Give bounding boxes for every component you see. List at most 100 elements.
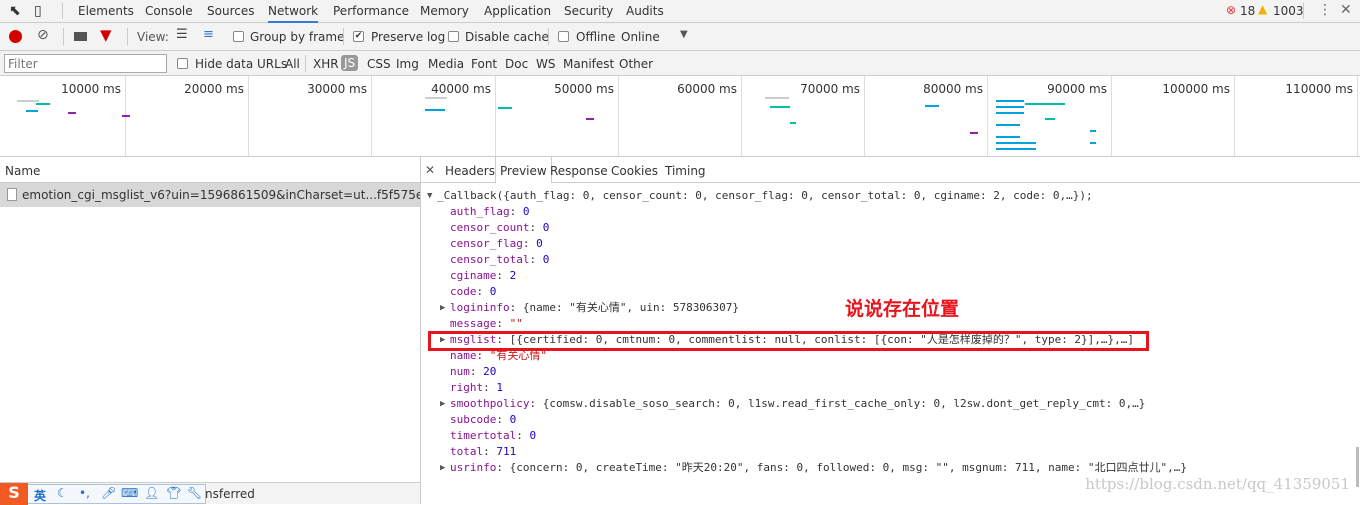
tab-console[interactable]: Console [145, 4, 193, 18]
view-label: View: [137, 30, 169, 44]
name-column-header[interactable]: Name [5, 164, 40, 178]
timeline-tick-label: 100000 ms [1162, 82, 1230, 96]
filter-input[interactable] [4, 54, 167, 73]
more-menu-icon[interactable]: ⋮ [1318, 2, 1332, 18]
annotation-label: 说说存在位置 [845, 298, 960, 320]
error-count[interactable]: 18 [1240, 4, 1255, 18]
property-key: code [450, 285, 477, 298]
wrench-icon[interactable]: 🔧︎ [187, 486, 202, 500]
filter-type-doc[interactable]: Doc [505, 57, 528, 71]
filter-type-media[interactable]: Media [428, 57, 464, 71]
capture-screenshots-icon[interactable] [74, 32, 87, 41]
filter-type-xhr[interactable]: XHR [313, 57, 339, 71]
filter-type-js[interactable]: JS [341, 55, 359, 71]
keyboard-icon[interactable]: ⌨ [121, 486, 138, 500]
timeline-request-bar [586, 118, 594, 120]
punctuation-icon[interactable]: •, [79, 486, 90, 500]
collapsed-triangle-icon[interactable]: ▶ [440, 396, 445, 412]
waterfall-view-icon[interactable]: ≡ [203, 27, 214, 42]
property-key: timertotal [450, 429, 517, 442]
detail-tab-cookies[interactable]: Cookies [611, 164, 658, 178]
microphone-icon[interactable]: 🎤︎ [101, 486, 116, 500]
property-value: 0 [489, 285, 497, 298]
property-key: right [450, 381, 484, 394]
timeline-request-bar [17, 100, 39, 102]
property-key: subcode [450, 413, 497, 426]
sogou-logo-icon: S [0, 483, 28, 505]
request-row[interactable]: emotion_cgi_msglist_v6?uin=1596861509&in… [0, 183, 420, 207]
timeline-request-bar [26, 110, 38, 112]
ime-language-button[interactable]: 英 [34, 487, 46, 504]
skin-icon[interactable]: 👕︎ [166, 486, 181, 500]
property-key: censor_count [450, 221, 530, 234]
timeline-request-bar [970, 132, 978, 134]
filter-type-ws[interactable]: WS [536, 57, 555, 71]
timeline-request-bar [36, 103, 50, 105]
expand-triangle-icon[interactable]: ▼ [427, 188, 432, 204]
property-value: 0 [536, 237, 543, 250]
network-overview-timeline[interactable]: 10000 ms 20000 ms 30000 ms 40000 ms 50000 ms… [0, 76, 1360, 157]
filter-type-img[interactable]: Img [396, 57, 419, 71]
timeline-tick-label: 30000 ms [307, 82, 367, 96]
timeline-tick-label: 60000 ms [677, 82, 737, 96]
collapsed-triangle-icon[interactable]: ▶ [440, 300, 445, 316]
hide-data-urls-checkbox[interactable] [177, 58, 188, 69]
divider [62, 3, 63, 19]
clear-icon[interactable]: ⊘ [37, 27, 49, 43]
tab-network[interactable]: Network [268, 4, 319, 23]
detail-tab-timing[interactable]: Timing [665, 164, 706, 178]
device-toolbar-icon[interactable]: ▯ [34, 3, 42, 19]
filter-type-css[interactable]: CSS [367, 57, 391, 71]
detail-tab-headers[interactable]: Headers [445, 164, 495, 178]
group-by-frame-checkbox[interactable] [233, 31, 244, 42]
preserve-log-checkbox[interactable]: ✔ [353, 31, 364, 42]
record-button[interactable] [9, 30, 22, 43]
offline-checkbox[interactable] [558, 31, 569, 42]
devtools-tabbar: ⬉ ▯ Elements Console Sources Network Perform… [0, 0, 1360, 23]
warning-count[interactable]: 1003 [1273, 4, 1304, 18]
divider [63, 28, 64, 45]
tab-elements[interactable]: Elements [78, 4, 134, 18]
scrollbar[interactable] [1356, 447, 1359, 487]
collapsed-triangle-icon[interactable]: ▶ [440, 460, 445, 476]
root-summary: _Callback({auth_flag: 0, censor_count: 0… [437, 189, 1093, 202]
filter-type-font[interactable]: Font [471, 57, 497, 71]
detail-tabbar: ✕ Headers Preview Response Cookies Timing [421, 157, 1360, 183]
timeline-gridline [987, 76, 988, 156]
property-value: {concern: 0, createTime: "昨天20:20", fans… [509, 461, 1188, 474]
property-value: 0 [509, 413, 517, 426]
timeline-tick-label: 40000 ms [431, 82, 491, 96]
chevron-down-icon[interactable]: ▼ [680, 29, 688, 40]
property-key: logininfo [450, 301, 510, 314]
detail-tab-preview[interactable]: Preview [495, 157, 552, 183]
filter-type-other[interactable]: Other [619, 57, 653, 71]
inspect-element-icon[interactable]: ⬉ [9, 3, 21, 19]
tab-audits[interactable]: Audits [626, 4, 664, 18]
close-detail-icon[interactable]: ✕ [425, 163, 435, 177]
disable-cache-checkbox[interactable] [448, 31, 459, 42]
filter-type-all[interactable]: All [285, 57, 300, 71]
divider [127, 28, 128, 45]
timeline-gridline [371, 76, 372, 156]
filter-type-manifest[interactable]: Manifest [563, 57, 614, 71]
tab-sources[interactable]: Sources [207, 4, 254, 18]
detail-tab-response[interactable]: Response [550, 164, 608, 178]
tab-memory[interactable]: Memory [420, 4, 469, 18]
timeline-tick-label: 10000 ms [61, 82, 121, 96]
annotation-box [428, 331, 1149, 351]
ime-toolbar: S 英 ☾ •, 🎤︎ ⌨ 👤︎ 👕︎ 🔧︎ [0, 483, 206, 505]
property-value: 1 [496, 381, 503, 394]
tab-application[interactable]: Application [484, 4, 551, 18]
close-icon[interactable]: ✕ [1340, 2, 1352, 18]
timeline-gridline [248, 76, 249, 156]
divider [343, 28, 344, 45]
throttling-select[interactable]: Online [621, 30, 660, 44]
list-view-icon[interactable]: ☰ [176, 27, 188, 42]
property-value: 0 [522, 205, 530, 218]
user-icon[interactable]: 👤︎ [144, 486, 159, 500]
timeline-request-bar [996, 112, 1024, 114]
tab-security[interactable]: Security [564, 4, 613, 18]
filter-icon[interactable]: ▼ [100, 26, 112, 44]
tab-performance[interactable]: Performance [333, 4, 409, 18]
moon-icon[interactable]: ☾ [57, 486, 68, 500]
